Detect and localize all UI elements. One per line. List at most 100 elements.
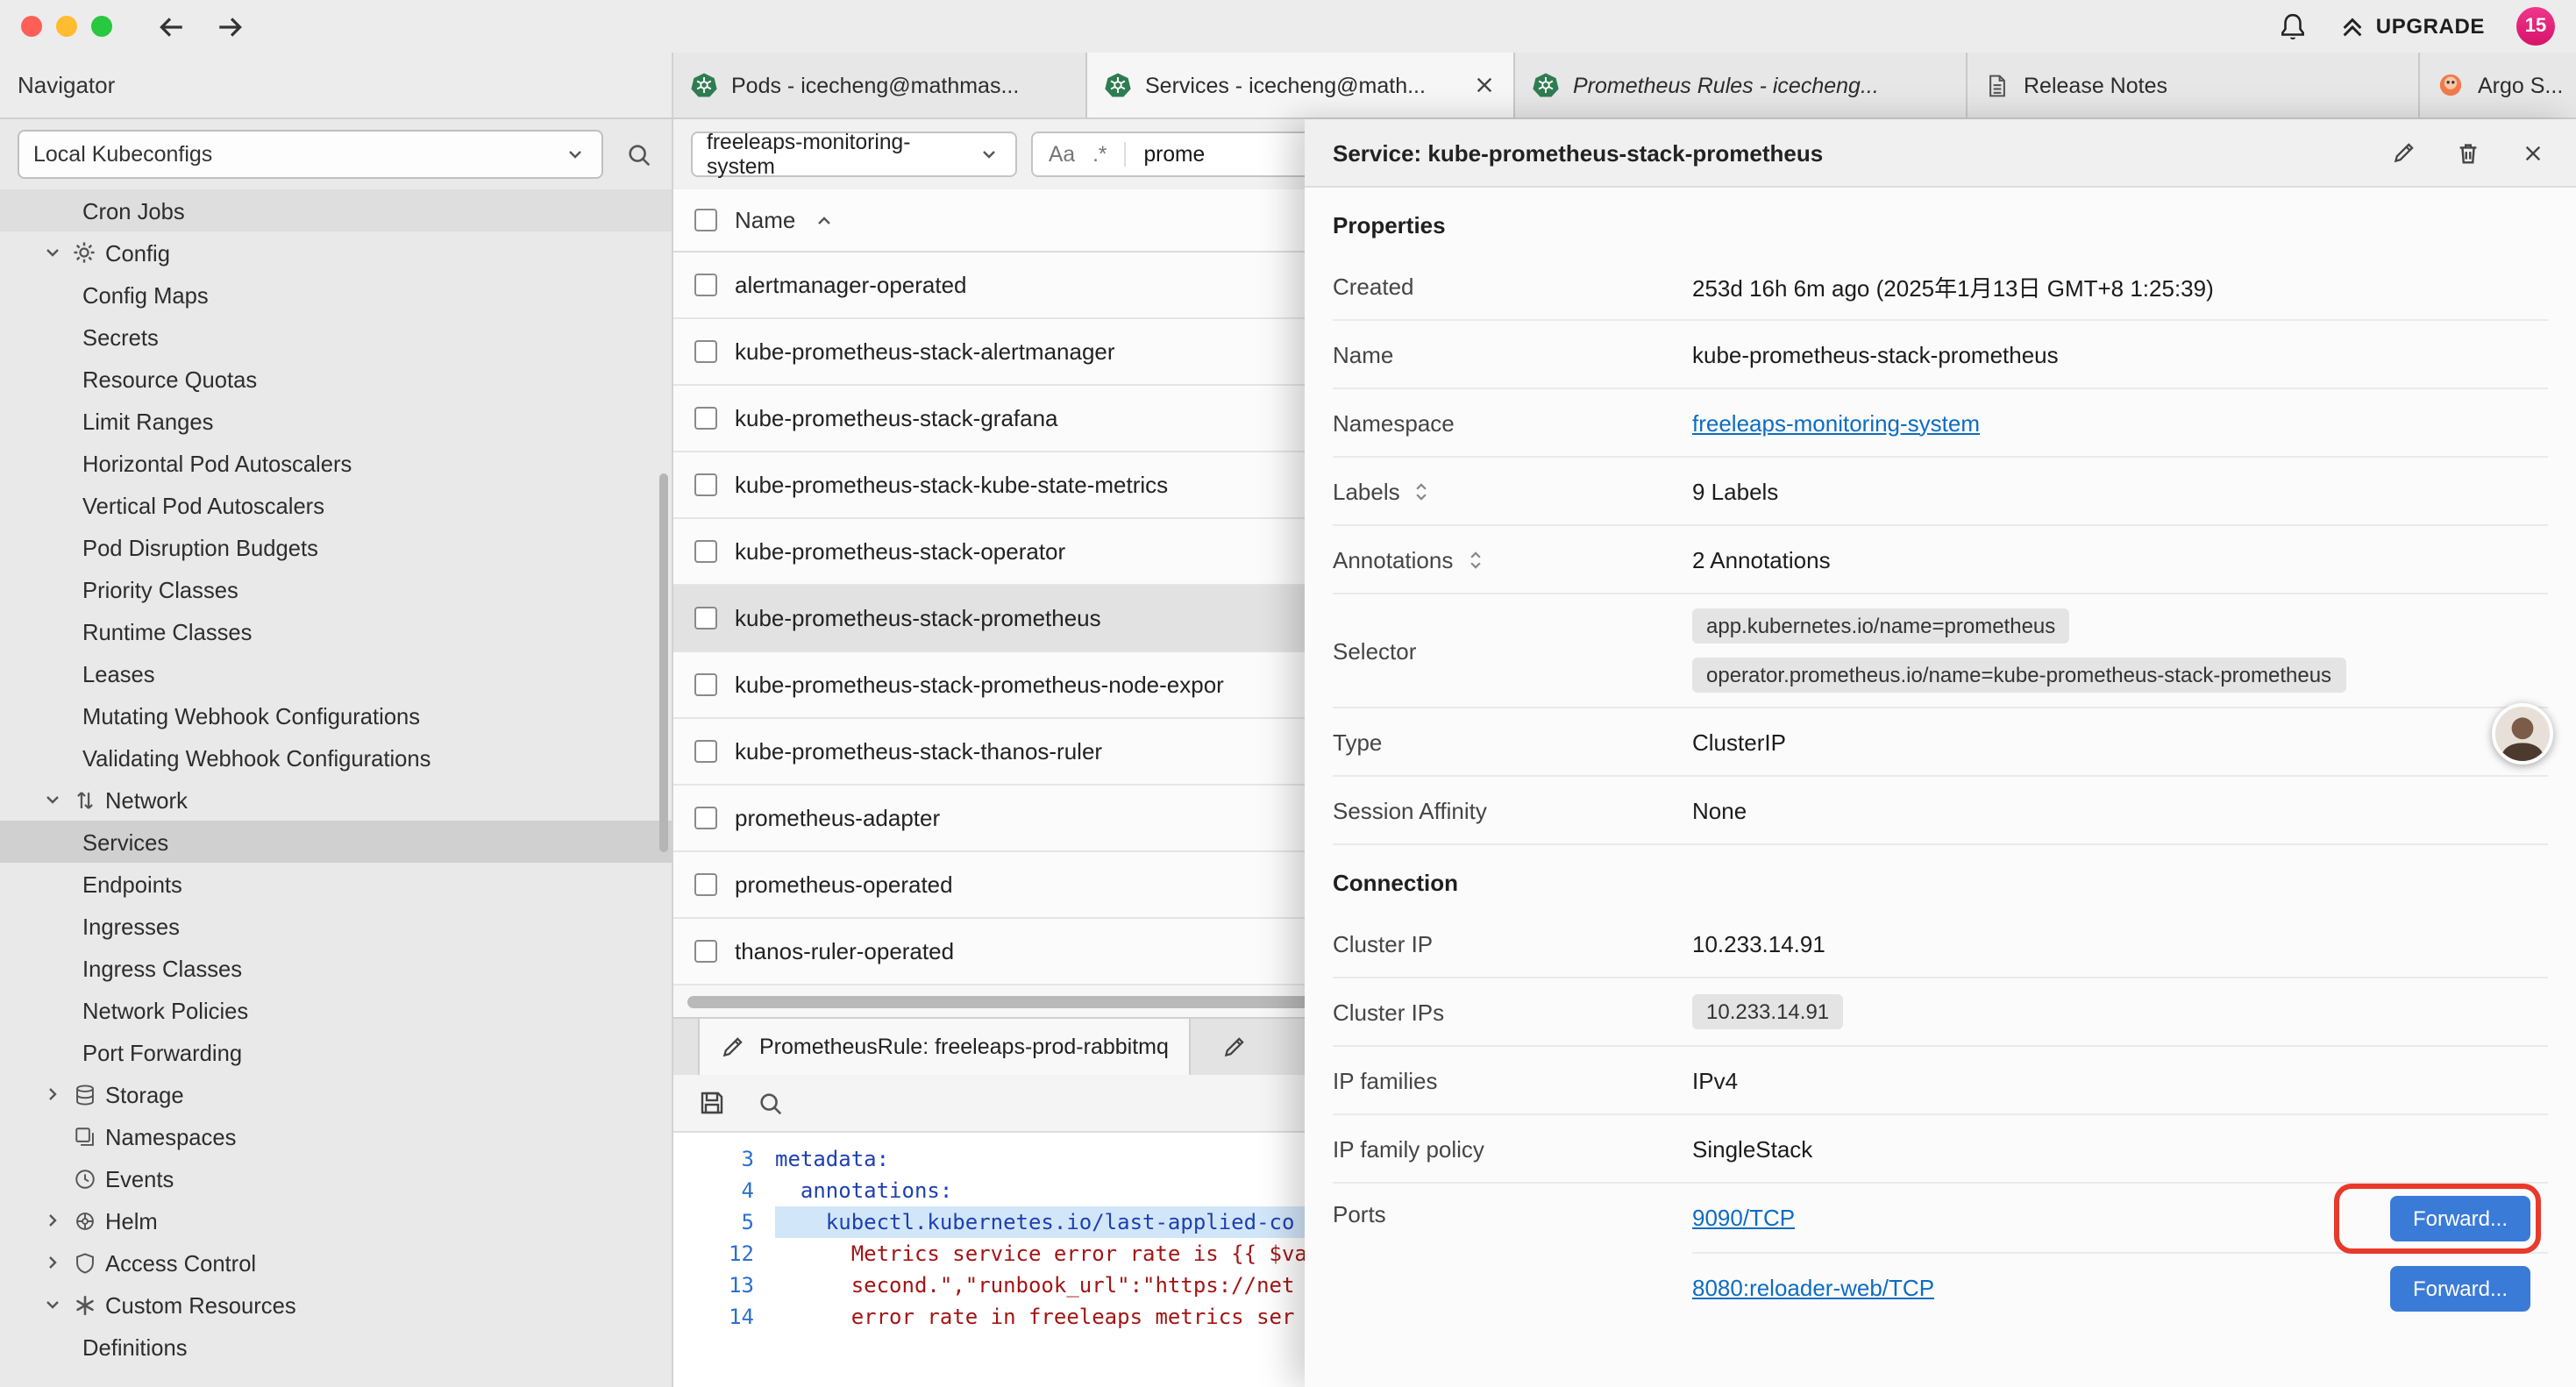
delete-trash-icon[interactable] [2453,138,2483,167]
sidebar-item-config-maps[interactable]: Config Maps [0,274,672,316]
sidebar-item-limit-ranges[interactable]: Limit Ranges [0,400,672,442]
search-icon[interactable] [758,1090,784,1116]
property-row-selector: Selectorapp.kubernetes.io/name=prometheu… [1333,594,2548,708]
chevron-right-icon[interactable] [39,1252,67,1273]
row-checkbox[interactable] [694,807,717,829]
sidebar-item-custom-resources[interactable]: Custom Resources [0,1284,672,1326]
row-checkbox[interactable] [694,340,717,363]
sidebar-item-priority-classes[interactable]: Priority Classes [0,568,672,610]
sidebar-item-events[interactable]: Events [0,1157,672,1199]
notifications-bell-icon[interactable] [2278,11,2308,41]
tab-services-icecheng-math[interactable]: Services - icecheng@math... [1087,53,1515,117]
dock-tab-prometheusrule[interactable]: PrometheusRule: freeleaps-prod-rabbitmq [698,1019,1192,1075]
sidebar-item-pod-disruption-budgets[interactable]: Pod Disruption Budgets [0,526,672,568]
row-checkbox[interactable] [694,473,717,496]
port-link[interactable]: 8080:reloader-web/TCP [1692,1275,1934,1301]
property-value: ClusterIP [1692,729,2548,755]
value-badge: app.kubernetes.io/name=prometheus [1692,608,2069,644]
zoom-window-button[interactable] [91,16,112,37]
service-name: kube-prometheus-stack-prometheus-node-ex… [735,672,1224,698]
row-checkbox[interactable] [694,740,717,763]
sidebar-item-mutating-webhook-configurations[interactable]: Mutating Webhook Configurations [0,694,672,736]
forward-button[interactable]: Forward... [2390,1195,2530,1241]
sidebar-item-helm[interactable]: Helm [0,1199,672,1241]
sidebar-item-resource-quotas[interactable]: Resource Quotas [0,358,672,400]
sidebar-item-storage[interactable]: Storage [0,1073,672,1115]
sidebar-search-button[interactable] [624,139,654,169]
back-button[interactable] [154,11,186,42]
property-link[interactable]: freeleaps-monitoring-system [1692,409,2548,436]
sort-ascending-icon[interactable] [813,209,836,231]
property-label-text: Created [1333,273,1414,299]
line-number: 12 [673,1238,775,1270]
sidebar-item-config[interactable]: Config [0,231,672,274]
network-icon [67,788,102,811]
sidebar-item-cron-jobs[interactable]: Cron Jobs [0,189,672,231]
tab-close-icon[interactable] [1473,74,1496,96]
dock-tab-next[interactable] [1213,1019,1258,1075]
row-checkbox[interactable] [694,873,717,896]
sidebar-scrollbar[interactable] [659,473,668,852]
expand-toggle-icon[interactable] [1411,480,1434,502]
row-checkbox[interactable] [694,540,717,563]
chevron-right-icon[interactable] [39,1084,67,1105]
sidebar-item-validating-webhook-configurations[interactable]: Validating Webhook Configurations [0,736,672,779]
tab-pods-icecheng-mathmas[interactable]: Pods - icecheng@mathmas... [673,53,1087,117]
sidebar-item-vertical-pod-autoscalers[interactable]: Vertical Pod Autoscalers [0,484,672,526]
sidebar-item-horizontal-pod-autoscalers[interactable]: Horizontal Pod Autoscalers [0,442,672,484]
sidebar-item-port-forwarding[interactable]: Port Forwarding [0,1031,672,1073]
sidebar-item-definitions[interactable]: Definitions [0,1326,672,1368]
sidebar-item-network[interactable]: Network [0,779,672,821]
forward-button[interactable]: Forward... [2390,1265,2530,1311]
tab-release-notes[interactable]: Release Notes [1968,53,2420,117]
namespace-selector[interactable]: freeleaps-monitoring-system [691,132,1017,177]
forward-button[interactable] [214,11,246,42]
chevron-down-icon [977,142,1001,167]
sidebar-item-access-control[interactable]: Access Control [0,1241,672,1284]
match-case-toggle[interactable]: Aa [1049,142,1075,167]
service-name: thanos-ruler-operated [735,938,954,964]
row-checkbox[interactable] [694,673,717,696]
name-column-header[interactable]: Name [735,207,795,233]
save-icon[interactable] [698,1089,726,1117]
navigator-tree: Cron JobsConfigConfig MapsSecretsResourc… [0,189,672,1368]
chevron-down-icon[interactable] [39,789,67,810]
sidebar-item-network-policies[interactable]: Network Policies [0,989,672,1031]
avatar[interactable] [2492,703,2553,765]
property-value: IPv4 [1692,1067,2548,1093]
sidebar-item-services[interactable]: Services [0,821,672,863]
sidebar-item-label: Storage [105,1081,184,1107]
sidebar-item-ingress-classes[interactable]: Ingress Classes [0,947,672,989]
sidebar-item-runtime-classes[interactable]: Runtime Classes [0,610,672,652]
sidebar-item-label: Ingress Classes [82,955,242,981]
regex-toggle[interactable]: .* [1092,142,1107,167]
minimize-window-button[interactable] [56,16,77,37]
chevron-down-icon[interactable] [39,242,67,263]
upgrade-button[interactable]: UPGRADE [2339,13,2485,39]
kubeconfig-selector[interactable]: Local Kubeconfigs [18,130,603,179]
sidebar-item-namespaces[interactable]: Namespaces [0,1115,672,1157]
sidebar-item-ingresses[interactable]: Ingresses [0,905,672,947]
tab-prometheus-rules-icecheng[interactable]: Prometheus Rules - icecheng... [1515,53,1968,117]
row-checkbox[interactable] [694,274,717,296]
chevron-down-icon[interactable] [39,1294,67,1315]
tab-argo-s[interactable]: Argo S... [2420,53,2576,117]
sidebar-item-secrets[interactable]: Secrets [0,316,672,358]
sidebar-item-label: Vertical Pod Autoscalers [82,492,324,518]
row-checkbox[interactable] [694,940,717,963]
close-window-button[interactable] [21,16,42,37]
property-value: 2 Annotations [1692,546,2548,573]
expand-toggle-icon[interactable] [1463,548,1486,571]
close-panel-icon[interactable] [2518,138,2548,167]
select-all-checkbox[interactable] [694,209,717,231]
row-checkbox[interactable] [694,607,717,629]
port-link[interactable]: 9090/TCP [1692,1205,1795,1231]
row-checkbox[interactable] [694,407,717,430]
service-name: kube-prometheus-stack-grafana [735,405,1058,431]
edit-pencil-icon[interactable] [2388,138,2418,167]
sidebar-item-endpoints[interactable]: Endpoints [0,863,672,905]
sidebar-item-leases[interactable]: Leases [0,652,672,694]
chevron-right-icon[interactable] [39,1210,67,1231]
line-number: 3 [673,1143,775,1175]
notification-count-badge[interactable]: 15 [2516,7,2555,46]
